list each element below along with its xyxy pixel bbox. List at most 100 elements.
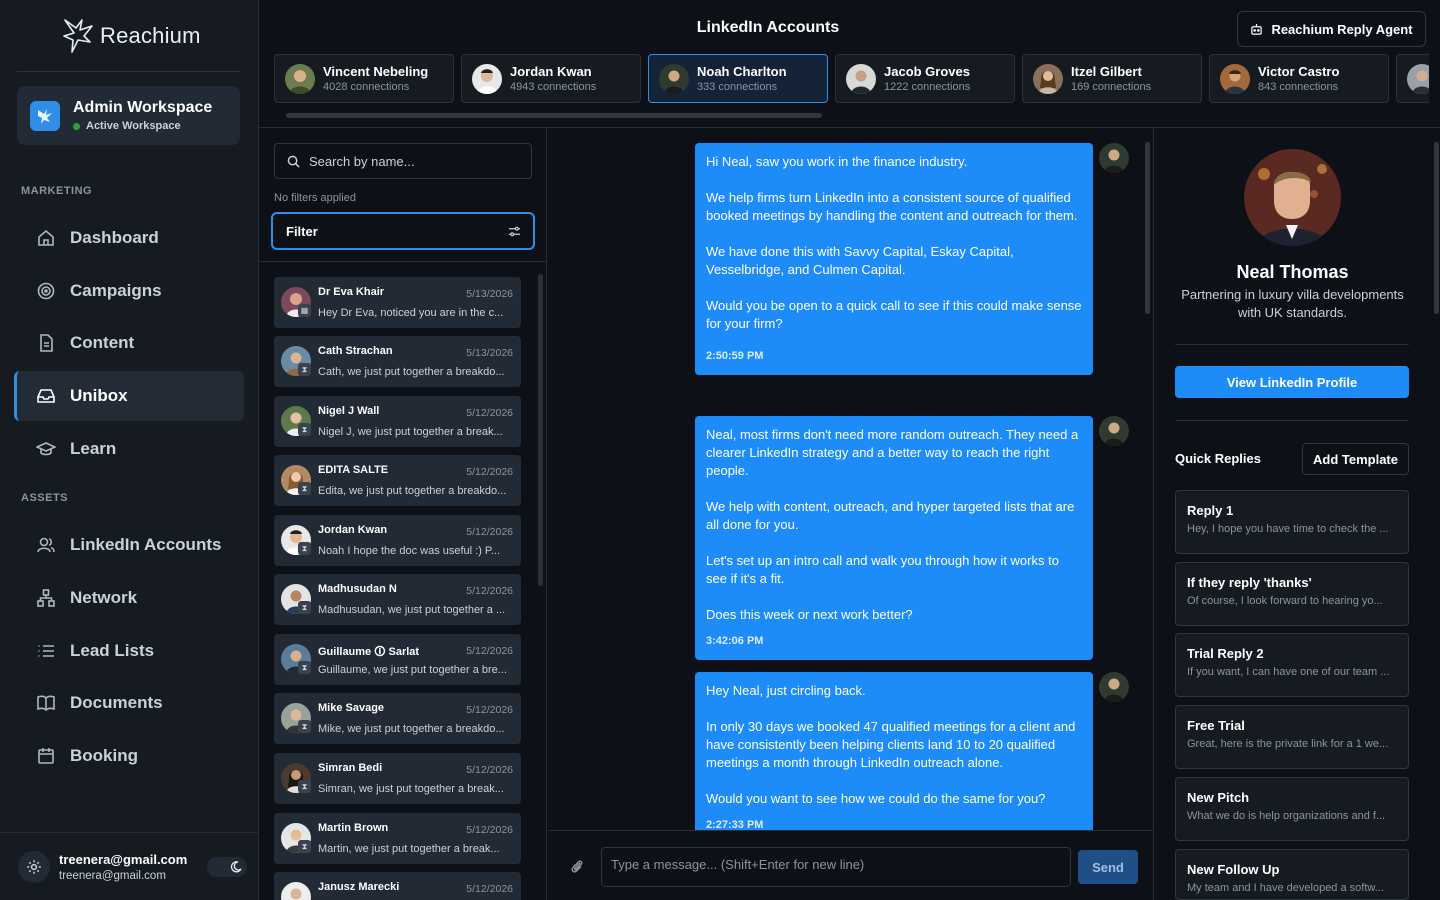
quick-reply-card[interactable]: New Pitch What we do is help organizatio… — [1175, 777, 1409, 841]
quick-reply-card[interactable]: Reply 1 Hey, I hope you have time to che… — [1175, 490, 1409, 554]
conversation-item[interactable]: ⧗ Martin Brown 5/12/2026 Martin, we just… — [274, 813, 521, 864]
conversation-preview: Guillaume, we just put together a bre... — [318, 664, 507, 676]
account-card[interactable]: Victor Castro 843 connections — [1209, 54, 1389, 103]
message-paragraph: Would you be open to a quick call to see… — [706, 298, 1082, 331]
account-card[interactable]: Vincent Nebeling 4028 connections — [274, 54, 454, 103]
theme-toggle[interactable] — [207, 857, 247, 877]
sidebar-item-campaigns[interactable]: Campaigns — [14, 266, 244, 316]
conversation-item[interactable]: ⧗ Mike Savage 5/12/2026 Mike, we just pu… — [274, 693, 521, 744]
sidebar-item-label: Learn — [70, 439, 117, 458]
hourglass-badge-icon: ⧗ — [298, 840, 311, 853]
filter-button[interactable]: Filter — [271, 212, 535, 250]
divider — [1175, 420, 1409, 421]
add-template-button[interactable]: Add Template — [1302, 443, 1409, 475]
quick-reply-text: Hey, I hope you have time to check the .… — [1187, 523, 1389, 535]
message-bubble: Hey Neal, just circling back. In only 30… — [695, 672, 1093, 830]
account-connections: 4028 connections — [323, 81, 410, 93]
conversation-item[interactable]: Janusz Marecki 5/12/2026 — [274, 872, 521, 900]
profile-headline: Partnering in luxury villa developments … — [1181, 287, 1404, 320]
account-card[interactable]: Itzel Gilbert 169 connections — [1022, 54, 1202, 103]
view-linkedin-profile-button[interactable]: View LinkedIn Profile — [1175, 366, 1409, 398]
user-name: treenera@gmail.com — [59, 851, 188, 867]
quick-reply-card[interactable]: Free Trial Great, here is the private li… — [1175, 705, 1409, 769]
sidebar-item-content[interactable]: Content — [14, 318, 244, 368]
conversation-item[interactable]: ⧗ Madhusudan N 5/12/2026 Madhusudan, we … — [274, 574, 521, 625]
message-time: 2:27:33 PM — [706, 819, 764, 830]
conversation-item[interactable]: ⧗ EDITA SALTE 5/12/2026 Edita, we just p… — [274, 455, 521, 506]
sidebar-item-learn[interactable]: Learn — [14, 424, 244, 474]
conversation-item[interactable]: ⧗ Nigel J Wall 5/12/2026 Nigel J, we jus… — [274, 396, 521, 447]
search-input[interactable]: Search by name... — [274, 143, 532, 179]
contact-profile-panel: Neal Thomas Partnering in luxury villa d… — [1153, 128, 1440, 900]
message-input[interactable]: Type a message... (Shift+Enter for new l… — [601, 847, 1071, 887]
list-scrollbar[interactable] — [538, 274, 543, 586]
conversation-item[interactable]: ⧗ Guillaume 🛈 Sarlat 5/12/2026 Guillaume… — [274, 634, 521, 685]
avatar — [285, 63, 315, 94]
divider — [17, 71, 240, 72]
account-card[interactable] — [1396, 54, 1429, 103]
conversation-preview: Madhusudan, we just put together a ... — [318, 604, 506, 616]
account-connections: 169 connections — [1071, 81, 1152, 93]
sidebar: Reachium Admin Workspace Active Workspac… — [0, 0, 259, 900]
account-card[interactable]: Jacob Groves 1222 connections — [835, 54, 1015, 103]
conversation-item[interactable]: ⧗ Simran Bedi 5/12/2026 Simran, we just … — [274, 753, 521, 804]
sidebar-item-network[interactable]: Network — [14, 573, 244, 623]
quick-reply-card[interactable]: If they reply 'thanks' Of course, I look… — [1175, 562, 1409, 626]
sidebar-item-label: Lead Lists — [70, 641, 155, 660]
paperclip-icon[interactable] — [570, 858, 584, 874]
sidebar-item-label: Network — [70, 588, 138, 607]
conversation-item[interactable]: ▦ Dr Eva Khair 5/13/2026 Hey Dr Eva, not… — [274, 277, 521, 328]
profile-scrollbar[interactable] — [1434, 142, 1439, 314]
reply-agent-button[interactable]: Reachium Reply Agent — [1237, 11, 1426, 47]
inbox-icon — [37, 389, 55, 403]
accounts-scrollbar[interactable] — [286, 113, 822, 118]
conversation-preview: Cath, we just put together a breakdo... — [318, 366, 505, 378]
avatar — [472, 63, 502, 94]
chat-panel: Hi Neal, saw you work in the finance ind… — [548, 128, 1153, 900]
conversation-preview: Noah I hope the doc was useful :) P... — [318, 545, 501, 557]
workspace-switcher[interactable]: Admin Workspace Active Workspace — [17, 86, 240, 145]
conversation-date: 5/12/2026 — [466, 526, 513, 538]
conversation-name: EDITA SALTE — [318, 464, 389, 476]
conversation-date: 5/12/2026 — [466, 704, 513, 716]
document-icon — [40, 334, 53, 352]
sidebar-item-unibox[interactable]: Unibox — [14, 371, 244, 421]
account-name: Vincent Nebeling — [323, 64, 429, 79]
book-icon — [37, 695, 55, 712]
account-card[interactable]: Jordan Kwan 4943 connections — [461, 54, 641, 103]
conversation-name: Madhusudan N — [318, 583, 397, 595]
sidebar-item-label: Unibox — [70, 386, 128, 405]
quick-reply-name: New Follow Up — [1187, 862, 1280, 877]
sidebar-item-booking[interactable]: Booking — [14, 731, 244, 781]
user-bar: treenera@gmail.com treenera@gmail.com — [0, 832, 259, 900]
conversation-list-panel: Search by name... No filters applied Fil… — [259, 128, 547, 900]
settings-button[interactable] — [18, 850, 50, 883]
conversation-name: Dr Eva Khair — [318, 286, 385, 298]
quick-reply-text: If you want, I can have one of our team … — [1187, 666, 1390, 678]
sidebar-item-dashboard[interactable]: Dashboard — [14, 213, 244, 263]
sidebar-item-documents[interactable]: Documents — [14, 678, 244, 728]
conversation-name: Cath Strachan — [318, 345, 393, 357]
conversation-preview: Edita, we just put together a breakdo... — [318, 485, 507, 497]
account-connections: 843 connections — [1258, 81, 1339, 93]
conversation-date: 5/12/2026 — [466, 407, 513, 419]
sender-avatar — [1099, 416, 1129, 446]
hourglass-badge-icon: ⧗ — [298, 363, 311, 376]
send-button[interactable]: Send — [1078, 850, 1138, 884]
account-card-active[interactable]: Noah Charlton 333 connections — [648, 54, 828, 103]
chat-scrollbar[interactable] — [1145, 142, 1150, 314]
sidebar-item-label: Content — [70, 333, 135, 352]
sidebar-item-lead-lists[interactable]: Lead Lists — [14, 626, 244, 676]
sender-avatar — [1099, 143, 1129, 173]
hourglass-badge-icon: ⧗ — [298, 482, 311, 495]
conversation-item[interactable]: ⧗ Jordan Kwan 5/12/2026 Noah I hope the … — [274, 515, 521, 566]
account-name: Jordan Kwan — [510, 64, 592, 79]
quick-reply-text: Of course, I look forward to hearing yo.… — [1187, 595, 1383, 607]
quick-reply-card[interactable]: Trial Reply 2 If you want, I can have on… — [1175, 633, 1409, 697]
sidebar-item-linkedin-accounts[interactable]: LinkedIn Accounts — [14, 520, 244, 570]
conversation-item[interactable]: ⧗ Cath Strachan 5/13/2026 Cath, we just … — [274, 336, 521, 387]
account-name: Noah Charlton — [697, 64, 787, 79]
logo[interactable]: Reachium — [62, 16, 201, 56]
quick-reply-card[interactable]: New Follow Up My team and I have develop… — [1175, 849, 1409, 900]
workspace-status: Active Workspace — [86, 120, 181, 132]
